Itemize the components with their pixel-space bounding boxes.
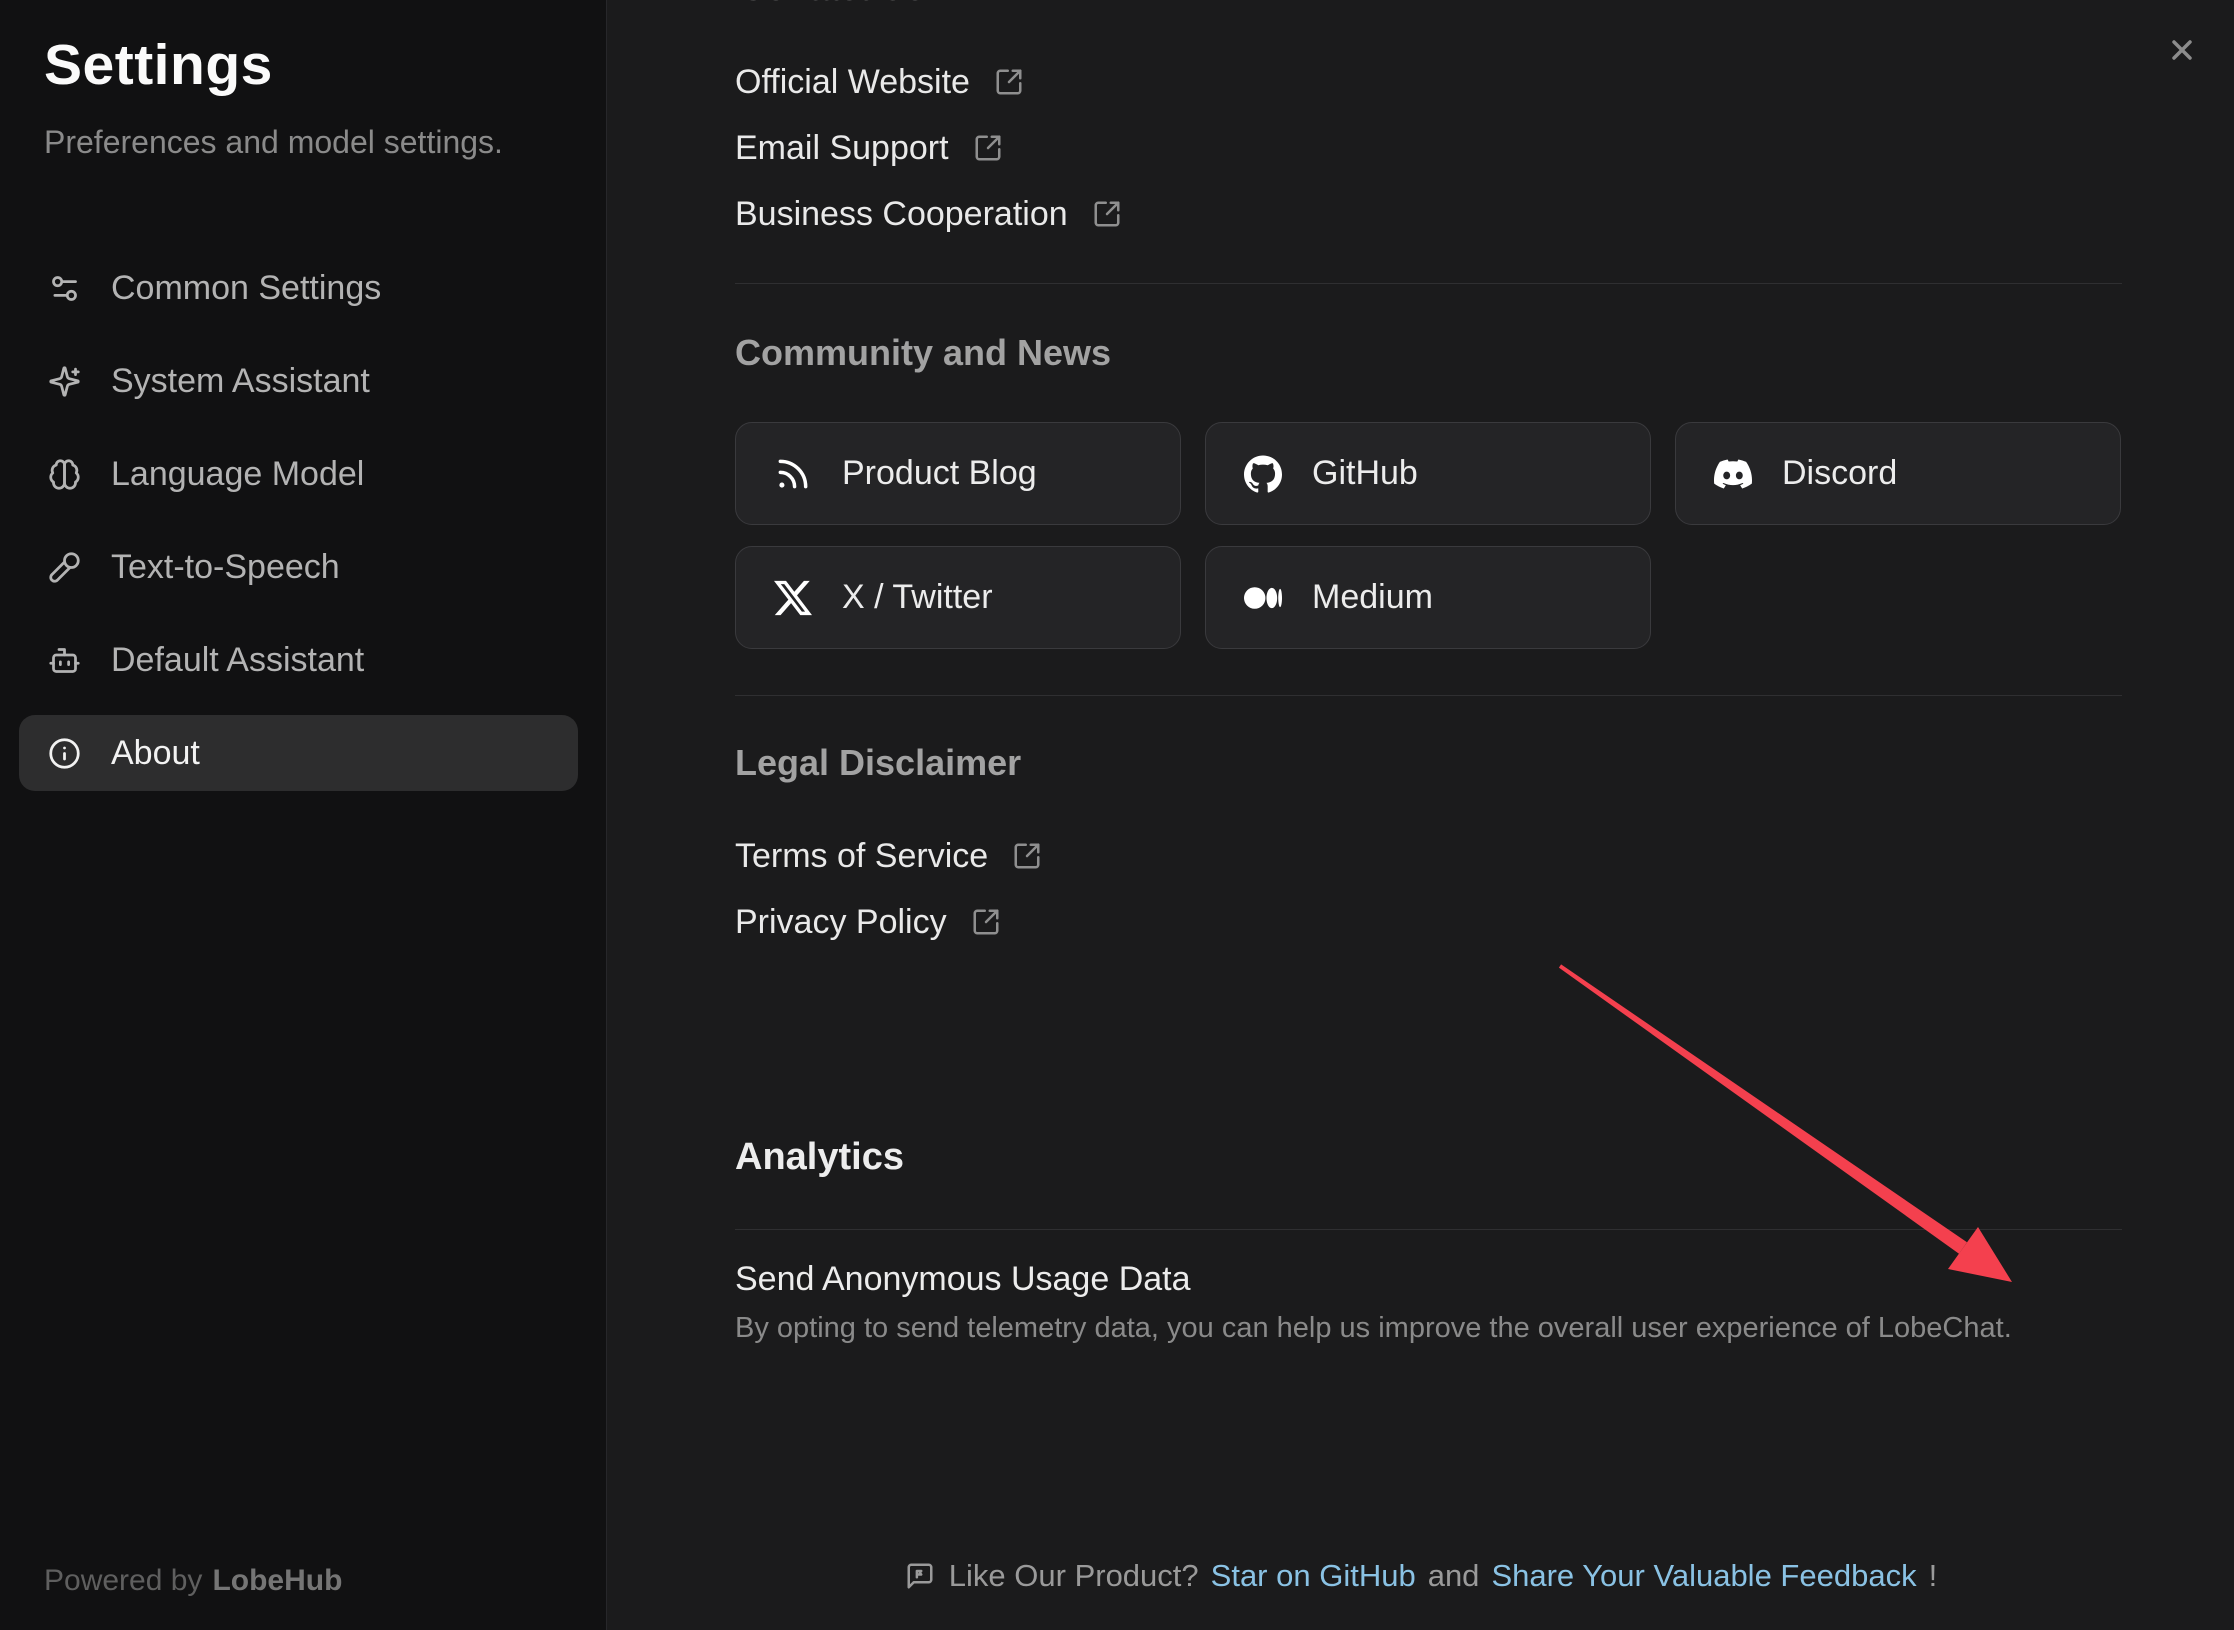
footer-text-pre: Like Our Product? bbox=[949, 1558, 1199, 1594]
close-button[interactable] bbox=[2166, 34, 2198, 66]
sidebar-item-common-settings[interactable]: Common Settings bbox=[19, 250, 578, 326]
x-twitter-icon bbox=[774, 579, 812, 617]
link-label[interactable]: Privacy Policy bbox=[735, 903, 947, 942]
share-feedback-link[interactable]: Share Your Valuable Feedback bbox=[1491, 1558, 1916, 1594]
sidebar-item-label: Text-to-Speech bbox=[111, 548, 340, 587]
external-link-icon bbox=[1092, 199, 1122, 229]
product-footer: Like Our Product? Star on GitHub and Sha… bbox=[608, 1558, 2234, 1594]
sidebar-item-system-assistant[interactable]: System Assistant bbox=[19, 343, 578, 419]
sidebar-item-text-to-speech[interactable]: Text-to-Speech bbox=[19, 529, 578, 605]
community-buttons: Product Blog GitHub Discord X / Twitter … bbox=[735, 422, 2121, 649]
powered-by: Powered by LobeHub bbox=[44, 1564, 342, 1598]
mic-icon bbox=[48, 551, 81, 584]
x-twitter-button[interactable]: X / Twitter bbox=[735, 546, 1181, 649]
discord-button[interactable]: Discord bbox=[1675, 422, 2121, 525]
brain-icon bbox=[48, 458, 81, 491]
business-cooperation-link[interactable]: Business Cooperation bbox=[735, 192, 1122, 236]
sliders-icon bbox=[48, 272, 81, 305]
feedback-bubble-icon bbox=[905, 1561, 935, 1591]
sidebar-item-about[interactable]: About bbox=[19, 715, 578, 791]
sidebar-item-label: About bbox=[111, 734, 200, 773]
github-button[interactable]: GitHub bbox=[1205, 422, 1651, 525]
sidebar-item-label: System Assistant bbox=[111, 362, 370, 401]
section-divider bbox=[735, 283, 2122, 284]
rss-icon bbox=[774, 455, 812, 493]
button-label: Product Blog bbox=[842, 454, 1037, 493]
button-label: Discord bbox=[1782, 454, 1897, 493]
section-divider bbox=[735, 1229, 2122, 1230]
discord-icon bbox=[1714, 455, 1752, 493]
send-usage-data-label: Send Anonymous Usage Data bbox=[735, 1260, 1191, 1299]
powered-by-prefix: Powered by bbox=[44, 1564, 202, 1597]
about-panel: Contact Us Official Website Email Suppor… bbox=[608, 0, 2234, 1630]
email-support-link[interactable]: Email Support bbox=[735, 126, 1003, 170]
button-label: GitHub bbox=[1312, 454, 1418, 493]
button-label: X / Twitter bbox=[842, 578, 993, 617]
medium-button[interactable]: Medium bbox=[1205, 546, 1651, 649]
external-link-icon bbox=[994, 67, 1024, 97]
settings-modal: Settings Preferences and model settings.… bbox=[0, 0, 2234, 1630]
product-blog-button[interactable]: Product Blog bbox=[735, 422, 1181, 525]
footer-text-suffix: ! bbox=[1929, 1558, 1938, 1594]
sidebar-item-language-model[interactable]: Language Model bbox=[19, 436, 578, 512]
analytics-heading: Analytics bbox=[735, 1136, 904, 1179]
contact-us-heading: Contact Us bbox=[740, 0, 925, 9]
link-label[interactable]: Email Support bbox=[735, 129, 949, 168]
star-on-github-link[interactable]: Star on GitHub bbox=[1211, 1558, 1416, 1594]
info-icon bbox=[48, 737, 81, 770]
privacy-policy-link[interactable]: Privacy Policy bbox=[735, 900, 1001, 944]
community-heading: Community and News bbox=[735, 332, 1111, 374]
github-icon bbox=[1244, 455, 1282, 493]
sidebar-item-label: Default Assistant bbox=[111, 641, 364, 680]
settings-sidebar: Settings Preferences and model settings.… bbox=[0, 0, 607, 1630]
link-label[interactable]: Official Website bbox=[735, 63, 970, 102]
terms-of-service-link[interactable]: Terms of Service bbox=[735, 834, 1042, 878]
footer-text-and: and bbox=[1428, 1558, 1480, 1594]
page-subtitle: Preferences and model settings. bbox=[44, 124, 503, 161]
button-label: Medium bbox=[1312, 578, 1433, 617]
bot-icon bbox=[48, 644, 81, 677]
external-link-icon bbox=[1012, 841, 1042, 871]
link-label[interactable]: Business Cooperation bbox=[735, 195, 1068, 234]
lobehub-brand: LobeHub bbox=[212, 1564, 342, 1597]
medium-icon bbox=[1244, 579, 1282, 617]
page-title: Settings bbox=[44, 32, 273, 98]
sidebar-item-label: Common Settings bbox=[111, 269, 381, 308]
send-usage-data-description: By opting to send telemetry data, you ca… bbox=[735, 1312, 2012, 1345]
external-link-icon bbox=[973, 133, 1003, 163]
sidebar-item-label: Language Model bbox=[111, 455, 364, 494]
link-label[interactable]: Terms of Service bbox=[735, 837, 988, 876]
close-icon bbox=[2166, 34, 2198, 66]
external-link-icon bbox=[971, 907, 1001, 937]
sparkles-icon bbox=[48, 365, 81, 398]
official-website-link[interactable]: Official Website bbox=[735, 60, 1024, 104]
section-divider bbox=[735, 695, 2122, 696]
sidebar-menu: Common Settings System Assistant Languag… bbox=[19, 250, 578, 791]
sidebar-item-default-assistant[interactable]: Default Assistant bbox=[19, 622, 578, 698]
legal-heading: Legal Disclaimer bbox=[735, 742, 1021, 784]
